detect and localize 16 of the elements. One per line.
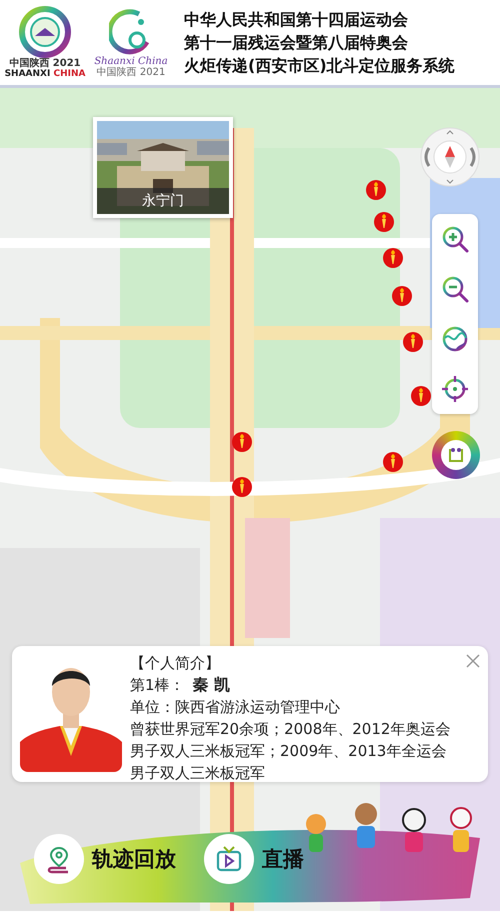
unit-text: 单位：陕西省游泳运动管理中心 [130, 697, 340, 718]
place-label: 永宁门 [97, 188, 229, 214]
bio-text: 曾获世界冠军20余项；2008年、2012年奥运会男子双人三米板冠军；2009年、2013年全运会男子双人三米板冠军 [130, 719, 452, 784]
emblem-caption: 中国陕西 2021 [9, 58, 81, 69]
emblem-wordmark: CHINA [53, 69, 86, 79]
emblem-caption: 中国陕西 2021 [96, 66, 166, 78]
app-title: 第十一届残运会暨第八届特奥会 [184, 32, 409, 54]
app-title: 火炬传递(西安市区)北斗定位服务系统 [184, 54, 455, 76]
relay-label: 第1棒： [130, 675, 185, 696]
track-replay-button[interactable]: 轨迹回放 [34, 834, 176, 884]
emblem-wordmark: SHAANXI [4, 69, 50, 79]
app-title: 中华人民共和国第十四届运动会 [184, 8, 409, 30]
place-popup[interactable]: 永宁门 [93, 117, 233, 218]
emblem-wordmark: Shaanxi China [94, 56, 168, 66]
section-heading: 【个人简介】 [130, 653, 220, 674]
runner-name: 秦 凯 [192, 674, 230, 696]
